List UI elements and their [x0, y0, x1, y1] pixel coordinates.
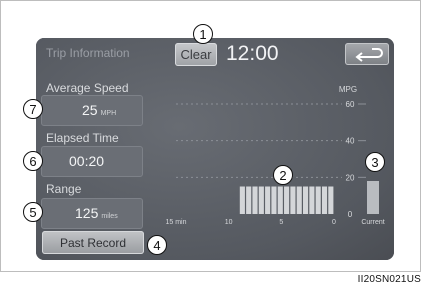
history-bar	[296, 186, 302, 214]
y-tick-label: 60	[346, 100, 355, 109]
current-bar	[367, 181, 379, 214]
history-bar	[309, 186, 315, 214]
x-tick-label: 0	[332, 219, 336, 226]
x-tick-label: 10	[225, 219, 233, 226]
history-bar	[252, 186, 258, 214]
history-bar	[271, 186, 277, 214]
current-label: Current	[361, 219, 384, 226]
history-bar	[265, 186, 271, 214]
callout-3: 3	[365, 152, 385, 172]
history-bar	[315, 186, 321, 214]
history-bar	[239, 186, 245, 214]
callout-1: 1	[193, 24, 213, 44]
callout-2: 2	[273, 165, 293, 185]
history-bar	[303, 186, 309, 214]
history-bar	[246, 186, 252, 214]
history-bar	[277, 186, 283, 214]
history-bar	[321, 186, 328, 214]
history-bar	[284, 186, 290, 214]
fuel-economy-chart: 60 40 20 0 MPG 15 min 10 5 0 Current	[165, 85, 384, 226]
y-tick-label: 0	[348, 210, 353, 219]
trip-information-screen: Trip Information Clear 12:00 Average Spe…	[36, 38, 394, 260]
callout-5: 5	[23, 202, 43, 222]
y-tick-label: 20	[346, 173, 355, 182]
y-tick-label: 40	[346, 137, 355, 146]
history-bar	[328, 186, 334, 214]
callout-7: 7	[23, 99, 43, 119]
figure-code: II20SN021US	[357, 274, 421, 285]
callout-4: 4	[147, 235, 167, 255]
x-tick-label: 5	[279, 219, 283, 226]
history-bar	[290, 186, 296, 214]
y-unit-label: MPG	[339, 85, 357, 94]
history-bar	[258, 186, 264, 214]
callout-6: 6	[23, 151, 43, 171]
x-tick-label: 15 min	[165, 219, 186, 226]
